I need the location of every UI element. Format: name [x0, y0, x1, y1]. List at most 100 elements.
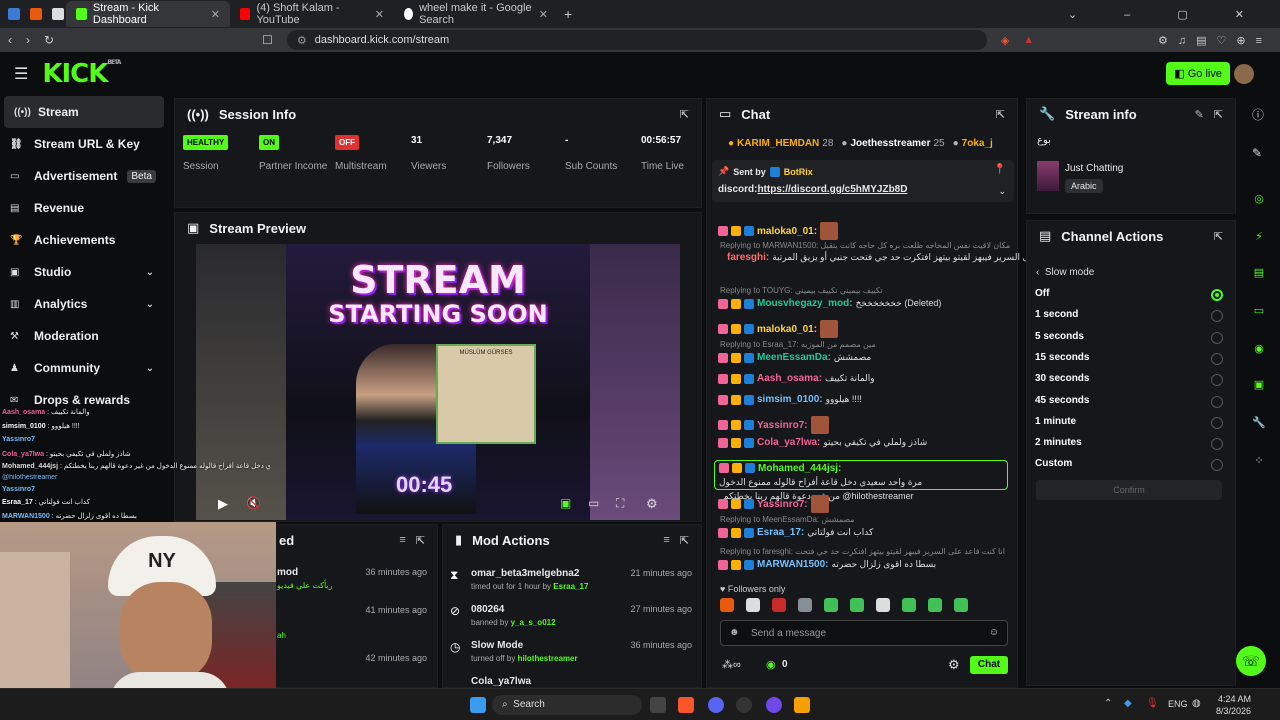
chevron-down-icon[interactable]: ⌄ — [146, 267, 154, 278]
emote-icon[interactable] — [902, 598, 916, 612]
pinned-tab-icon[interactable] — [52, 8, 64, 20]
emote-icon[interactable] — [876, 598, 890, 612]
sidebar-item-analytics[interactable]: ▥ Analytics ⌄ — [0, 288, 168, 320]
brave-icon[interactable] — [678, 697, 694, 713]
fullscreen-icon[interactable]: ⛶ — [616, 496, 624, 511]
chat-message[interactable]: maloka0_01: — [718, 222, 1012, 240]
pin-toggle-icon[interactable]: 📍 — [994, 164, 1006, 175]
slow-mode-option-label[interactable]: 5 seconds — [1035, 331, 1084, 342]
emote-icon[interactable] — [798, 598, 812, 612]
slow-mode-option-label[interactable]: 15 seconds — [1035, 352, 1089, 363]
slow-mode-option-label[interactable]: 30 seconds — [1035, 373, 1089, 384]
slow-mode-option-label[interactable]: 1 minute — [1035, 416, 1076, 427]
sidebar-item-revenue[interactable]: ▤ Revenue — [0, 192, 168, 224]
apps-icon[interactable]: ⁘ — [1250, 452, 1268, 470]
file-explorer-icon[interactable] — [794, 697, 810, 713]
new-tab-icon[interactable]: + — [564, 6, 572, 22]
url-field[interactable]: ⚙ dashboard.kick.com/stream — [286, 30, 987, 50]
slow-mode-radio[interactable] — [1211, 352, 1223, 365]
brave-shield-icon[interactable]: ◈ — [1001, 34, 1009, 47]
sidebar-item-community[interactable]: ♟ Community ⌄ — [0, 352, 168, 384]
pinned-tabs[interactable] — [0, 8, 66, 20]
edit-icon[interactable]: ✎ — [1195, 108, 1204, 121]
chat-message[interactable]: Esraa_17: كداب انت فولتاتي — [718, 527, 1012, 538]
chat-username[interactable]: faresghi: — [727, 252, 769, 263]
sidebar-item-stream-url-key[interactable]: ⛓ Stream URL & Key — [0, 128, 168, 160]
rewards-icon[interactable]: ▲ — [1023, 34, 1034, 46]
chat-username[interactable]: Mohamed_444jsj: — [758, 463, 841, 474]
chat-settings-icon[interactable]: ⚙ — [948, 657, 960, 673]
emote-icon[interactable] — [772, 598, 786, 612]
taskbar-search[interactable]: ⌕ Search — [492, 695, 642, 715]
quick-action-icon[interactable]: ◎ — [1250, 190, 1268, 208]
mod-action-row[interactable]: ⧗ omar_beta3melgebna2 timed out for 1 hour… — [450, 568, 696, 598]
mod-action-row[interactable]: ⊘ 080264 banned by y_a_s_o012 27 minutes ag… — [450, 604, 696, 634]
kick-logo[interactable]: KICKBETA — [42, 59, 121, 89]
chat-username[interactable]: Yassinro7: — [757, 420, 808, 431]
category-name[interactable]: Just Chatting — [1065, 163, 1123, 174]
slow-mode-back[interactable]: ‹ Slow mode — [1036, 267, 1094, 278]
emote-icon[interactable] — [850, 598, 864, 612]
emote-icon[interactable] — [824, 598, 838, 612]
tray-chevron-icon[interactable]: ⌃ — [1104, 698, 1112, 709]
pencil-icon[interactable]: ✎ — [1252, 146, 1262, 160]
chat-username[interactable]: simsim_0100: — [757, 394, 823, 405]
popout-icon[interactable]: ⇱ — [1214, 108, 1223, 121]
popout-icon[interactable]: ⇱ — [680, 108, 689, 121]
pinned-link[interactable]: https://discord.gg/c5hMYJZb8D — [757, 184, 907, 195]
chat-message[interactable]: faresghi: انا كنت قاعد على السرير فيبهز ل… — [718, 252, 1087, 263]
chevron-down-icon[interactable]: ⌄ — [146, 299, 154, 310]
chat-username[interactable]: Esraa_17: — [757, 527, 804, 538]
chat-username[interactable]: MeenEssamDa: — [757, 352, 831, 363]
popout-icon[interactable]: ⇱ — [680, 534, 689, 547]
chat-message[interactable]: maloka0_01: — [718, 320, 1012, 338]
slow-mode-radio[interactable] — [1211, 438, 1223, 451]
slow-mode-radio[interactable] — [1211, 289, 1223, 301]
slow-mode-option-label[interactable]: Off — [1035, 288, 1049, 299]
back-icon[interactable]: ‹ — [8, 33, 12, 47]
top-gifter[interactable]: ● KARIM_HEMDAN 28 — [728, 136, 833, 150]
slow-mode-option-label[interactable]: 1 second — [1035, 309, 1078, 320]
send-chat-button[interactable]: Chat — [970, 656, 1008, 674]
chat-message[interactable]: Cola_ya7lwa: شاذز ولملي في تكيفي بحيتو — [718, 437, 1012, 448]
slow-mode-radio[interactable] — [1211, 331, 1223, 344]
broadcast-icon[interactable]: ◉ — [1250, 340, 1268, 358]
emote-icon[interactable] — [746, 598, 760, 612]
browser-tab[interactable]: Stream - Kick Dashboard ✕ — [66, 1, 230, 27]
menu-icon[interactable]: ☰ — [14, 64, 28, 84]
forward-icon[interactable]: › — [26, 33, 30, 47]
mic-icon[interactable]: 🎙 — [1146, 698, 1159, 709]
settings-icon[interactable]: ⚙ — [646, 496, 658, 512]
chat-input[interactable]: ☻ Send a message ☺ — [720, 620, 1008, 646]
top-gifter[interactable]: ● Joethesstreamer 25 — [841, 136, 944, 150]
slow-mode-option-label[interactable]: 45 seconds — [1035, 395, 1089, 406]
chevron-down-icon[interactable]: ⌄ — [998, 186, 1006, 197]
popout-icon[interactable]: ⇱ — [416, 534, 425, 547]
chat-message[interactable]: Aash_osama: والمانة تكييف — [718, 373, 1012, 384]
sidebar-item-achievements[interactable]: 🏆 Achievements — [0, 224, 168, 256]
task-view-icon[interactable] — [650, 697, 666, 713]
clipboard-icon[interactable]: ▤ — [1250, 264, 1268, 282]
chat-message[interactable]: Mousvhegazy_mod: خخخخخخخخ (Deleted) — [718, 298, 1012, 309]
sidebar-item-moderation[interactable]: ⚒ Moderation — [0, 320, 168, 352]
discord-icon[interactable] — [708, 697, 724, 713]
network-icon[interactable]: ◍ — [1192, 698, 1201, 709]
pinned-message[interactable]: 📌 Sent by BotRix discord:https://discord… — [712, 160, 1014, 202]
chat-message[interactable]: MARWAN1500: بسطا ده اقوى زلزال حضرته — [718, 559, 1012, 570]
start-icon[interactable] — [470, 697, 486, 713]
chat-username[interactable]: maloka0_01: — [757, 226, 817, 237]
emote-icon[interactable] — [954, 598, 968, 612]
bookmark-icon[interactable]: ☐ — [262, 33, 273, 47]
top-gifter[interactable]: ● 7oka_j — [953, 136, 993, 150]
tray-app-icon[interactable]: ◆ — [1124, 698, 1132, 709]
avatar[interactable] — [1234, 64, 1254, 84]
sidebar-item-advertisement[interactable]: ▭ Advertisement Beta — [0, 160, 168, 192]
close-icon[interactable]: ✕ — [211, 8, 220, 21]
slow-mode-radio[interactable] — [1211, 395, 1223, 408]
popout-icon[interactable]: ⇱ — [1214, 230, 1223, 243]
chat-username[interactable]: Yassinro7: — [757, 499, 808, 510]
chat-username[interactable]: maloka0_01: — [757, 324, 817, 335]
chat-message[interactable]: Yassinro7: — [718, 495, 1012, 513]
close-icon[interactable]: ✕ — [375, 8, 384, 21]
sidebar-item-stream[interactable]: ((•)) Stream — [4, 96, 164, 128]
